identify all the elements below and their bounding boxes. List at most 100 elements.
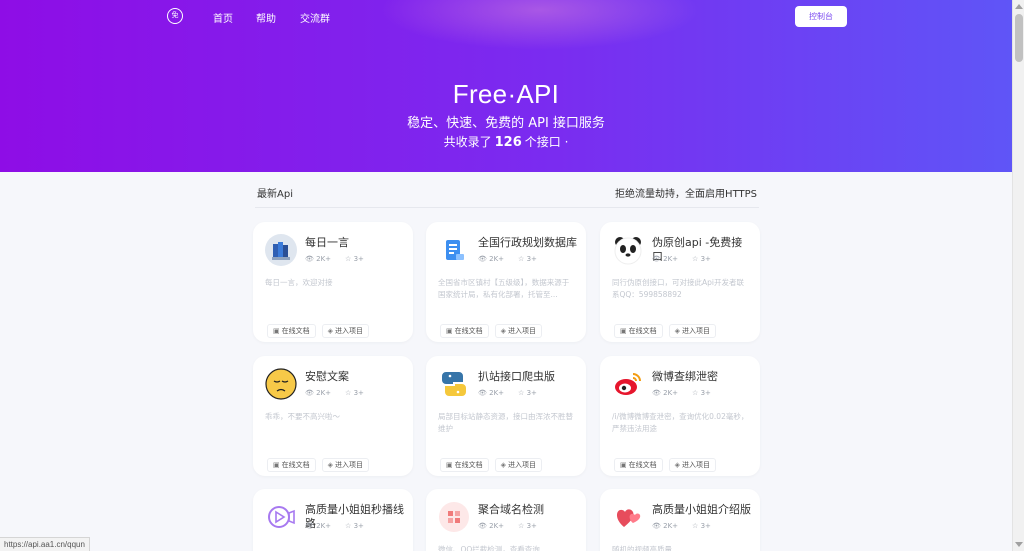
card-stats: 👁 2K+ ☆ 3+ <box>305 389 378 397</box>
console-button[interactable]: 控制台 <box>795 6 847 27</box>
project-button[interactable]: ◈ 进入项目 <box>494 324 543 338</box>
api-card[interactable]: 高质量小姐姐介绍版 👁 2K+ ☆ 3+ 随机的视频高质量 <box>600 489 760 551</box>
stars-stat: ☆ 3+ <box>692 255 711 263</box>
stars-count: 3+ <box>526 255 537 263</box>
project-label: 进入项目 <box>335 461 364 469</box>
scroll-thumb[interactable] <box>1015 14 1023 62</box>
views-stat: 👁 2K+ <box>305 389 332 397</box>
docs-button[interactable]: ▣ 在线文档 <box>267 458 316 472</box>
python-icon <box>438 368 470 400</box>
project-button[interactable]: ◈ 进入项目 <box>668 458 717 472</box>
stars-stat: ☆ 3+ <box>345 389 364 397</box>
card-stats: 👁 2K+ ☆ 3+ <box>305 255 378 263</box>
views-stat: 👁 2K+ <box>652 389 679 397</box>
api-card[interactable]: 高质量小姐姐秒播线路 👁 2K+ ☆ 3+ <box>253 489 413 551</box>
card-actions: ▣ 在线文档 ◈ 进入项目 <box>614 452 722 472</box>
api-card[interactable]: 微博查绑泄密 👁 2K+ ☆ 3+ /i/微博微博查泄密，查询优化0.02毫秒，严禁违… <box>600 356 760 476</box>
count-number: 126 <box>494 135 522 150</box>
scroll-down-icon[interactable] <box>1015 542 1023 547</box>
hearts-icon <box>612 501 644 533</box>
doc-icon: ▣ <box>620 461 627 469</box>
project-label: 进入项目 <box>682 327 711 335</box>
stars-stat: ☆ 3+ <box>345 255 364 263</box>
docs-button[interactable]: ▣ 在线文档 <box>614 324 663 338</box>
nav-link-home[interactable]: 首页 <box>213 10 233 25</box>
views-count: 2K+ <box>316 255 332 263</box>
docs-button[interactable]: ▣ 在线文档 <box>440 324 489 338</box>
views-stat: 👁 2K+ <box>652 522 679 530</box>
docs-label: 在线文档 <box>454 327 483 335</box>
stars-stat: ☆ 3+ <box>518 255 537 263</box>
doc-icon: ▣ <box>446 327 453 335</box>
project-button[interactable]: ◈ 进入项目 <box>321 458 370 472</box>
document-icon <box>438 234 470 266</box>
card-description: 全国省市区镇村【五级级】，数据来源于国家统计局，私有化部署，托管至... <box>438 278 570 299</box>
card-stats: 👁 2K+ ☆ 3+ <box>652 255 725 263</box>
card-description: 同行伪原创接口，可对接此Api开发者联系QQ：599858892 <box>612 278 744 299</box>
api-card[interactable]: 每日一言 👁 2K+ ☆ 3+ 每日一言，欢迎对接 ▣ 在线文档 ◈ 进入项目 <box>253 222 413 342</box>
docs-label: 在线文档 <box>281 461 310 469</box>
project-button[interactable]: ◈ 进入项目 <box>494 458 543 472</box>
stars-count: 3+ <box>353 255 364 263</box>
card-actions: ▣ 在线文档 ◈ 进入项目 <box>267 452 375 472</box>
scrollbar[interactable] <box>1012 0 1024 551</box>
page: 免 首页 帮助 交流群 控制台 Free·API 稳定、快速、免费的 API 接… <box>0 0 1012 551</box>
hero-subtitle: 稳定、快速、免费的 API 接口服务 <box>407 116 605 131</box>
views-count: 2K+ <box>663 522 679 530</box>
stars-count: 3+ <box>700 522 711 530</box>
card-stats: 👁 2K+ ☆ 3+ <box>478 255 551 263</box>
enter-icon: ◈ <box>500 327 507 335</box>
stars-count: 3+ <box>353 389 364 397</box>
books-icon <box>265 234 297 266</box>
pensive-face-icon <box>265 368 297 400</box>
doc-icon: ▣ <box>273 461 280 469</box>
card-title[interactable]: 扒站接口爬虫版 <box>478 370 578 384</box>
card-title[interactable]: 全国行政规划数据库 <box>478 236 578 250</box>
card-title[interactable]: 高质量小姐姐介绍版 <box>652 503 752 517</box>
card-description: 微信、QQ拦截检测，查看查询 <box>438 545 540 551</box>
logo-icon[interactable]: 免 <box>167 8 183 24</box>
card-stats: 👁 2K+ ☆ 3+ <box>478 389 551 397</box>
enter-icon: ◈ <box>327 327 334 335</box>
views-count: 2K+ <box>489 522 505 530</box>
nav-link-help[interactable]: 帮助 <box>256 10 276 25</box>
docs-button[interactable]: ▣ 在线文档 <box>440 458 489 472</box>
api-card[interactable]: 伪原创api -免费接口 👁 2K+ ☆ 3+ 同行伪原创接口，可对接此Api开发者联… <box>600 222 760 342</box>
enter-icon: ◈ <box>674 461 681 469</box>
video-icon <box>265 501 297 533</box>
views-stat: 👁 2K+ <box>478 522 505 530</box>
https-notice: 拒绝流量劫持，全面启用HTTPS <box>615 189 757 200</box>
api-card[interactable]: 全国行政规划数据库 👁 2K+ ☆ 3+ 全国省市区镇村【五级级】，数据来源于国家统计… <box>426 222 586 342</box>
project-label: 进入项目 <box>335 327 364 335</box>
nav-link-group[interactable]: 交流群 <box>300 10 330 25</box>
api-card[interactable]: 扒站接口爬虫版 👁 2K+ ☆ 3+ 局部目标站静态资源，接口由浑浓不胜替维护 ▣ 在线文… <box>426 356 586 476</box>
doc-icon: ▣ <box>620 327 627 335</box>
card-title[interactable]: 聚合域名检测 <box>478 503 578 517</box>
docs-button[interactable]: ▣ 在线文档 <box>614 458 663 472</box>
docs-button[interactable]: ▣ 在线文档 <box>267 324 316 338</box>
views-stat: 👁 2K+ <box>652 255 679 263</box>
card-actions: ▣ 在线文档 ◈ 进入项目 <box>614 318 722 338</box>
section-title: 最新Api <box>257 189 293 200</box>
api-card[interactable]: 安慰文案 👁 2K+ ☆ 3+ 乖乖，不要不高兴啦～ ▣ 在线文档 ◈ 进入项目 <box>253 356 413 476</box>
docs-label: 在线文档 <box>628 461 657 469</box>
card-title[interactable]: 微博查绑泄密 <box>652 370 752 384</box>
card-title[interactable]: 每日一言 <box>305 236 405 250</box>
project-button[interactable]: ◈ 进入项目 <box>321 324 370 338</box>
card-stats: 👁 2K+ ☆ 3+ <box>652 522 725 530</box>
enter-icon: ◈ <box>674 327 681 335</box>
grid-icon <box>438 501 470 533</box>
card-title[interactable]: 安慰文案 <box>305 370 405 384</box>
card-description: 每日一言，欢迎对接 <box>265 278 333 287</box>
project-button[interactable]: ◈ 进入项目 <box>668 324 717 338</box>
enter-icon: ◈ <box>500 461 507 469</box>
hero-title: Free·API <box>452 79 560 109</box>
scroll-up-icon[interactable] <box>1015 4 1023 9</box>
weibo-icon <box>612 368 644 400</box>
api-card[interactable]: 聚合域名检测 👁 2K+ ☆ 3+ 微信、QQ拦截检测，查看查询 <box>426 489 586 551</box>
views-count: 2K+ <box>663 389 679 397</box>
project-label: 进入项目 <box>508 327 537 335</box>
hero-count: 共收录了 126 个接口 · <box>0 133 1012 150</box>
project-label: 进入项目 <box>508 461 537 469</box>
card-stats: 👁 2K+ ☆ 3+ <box>305 522 378 530</box>
